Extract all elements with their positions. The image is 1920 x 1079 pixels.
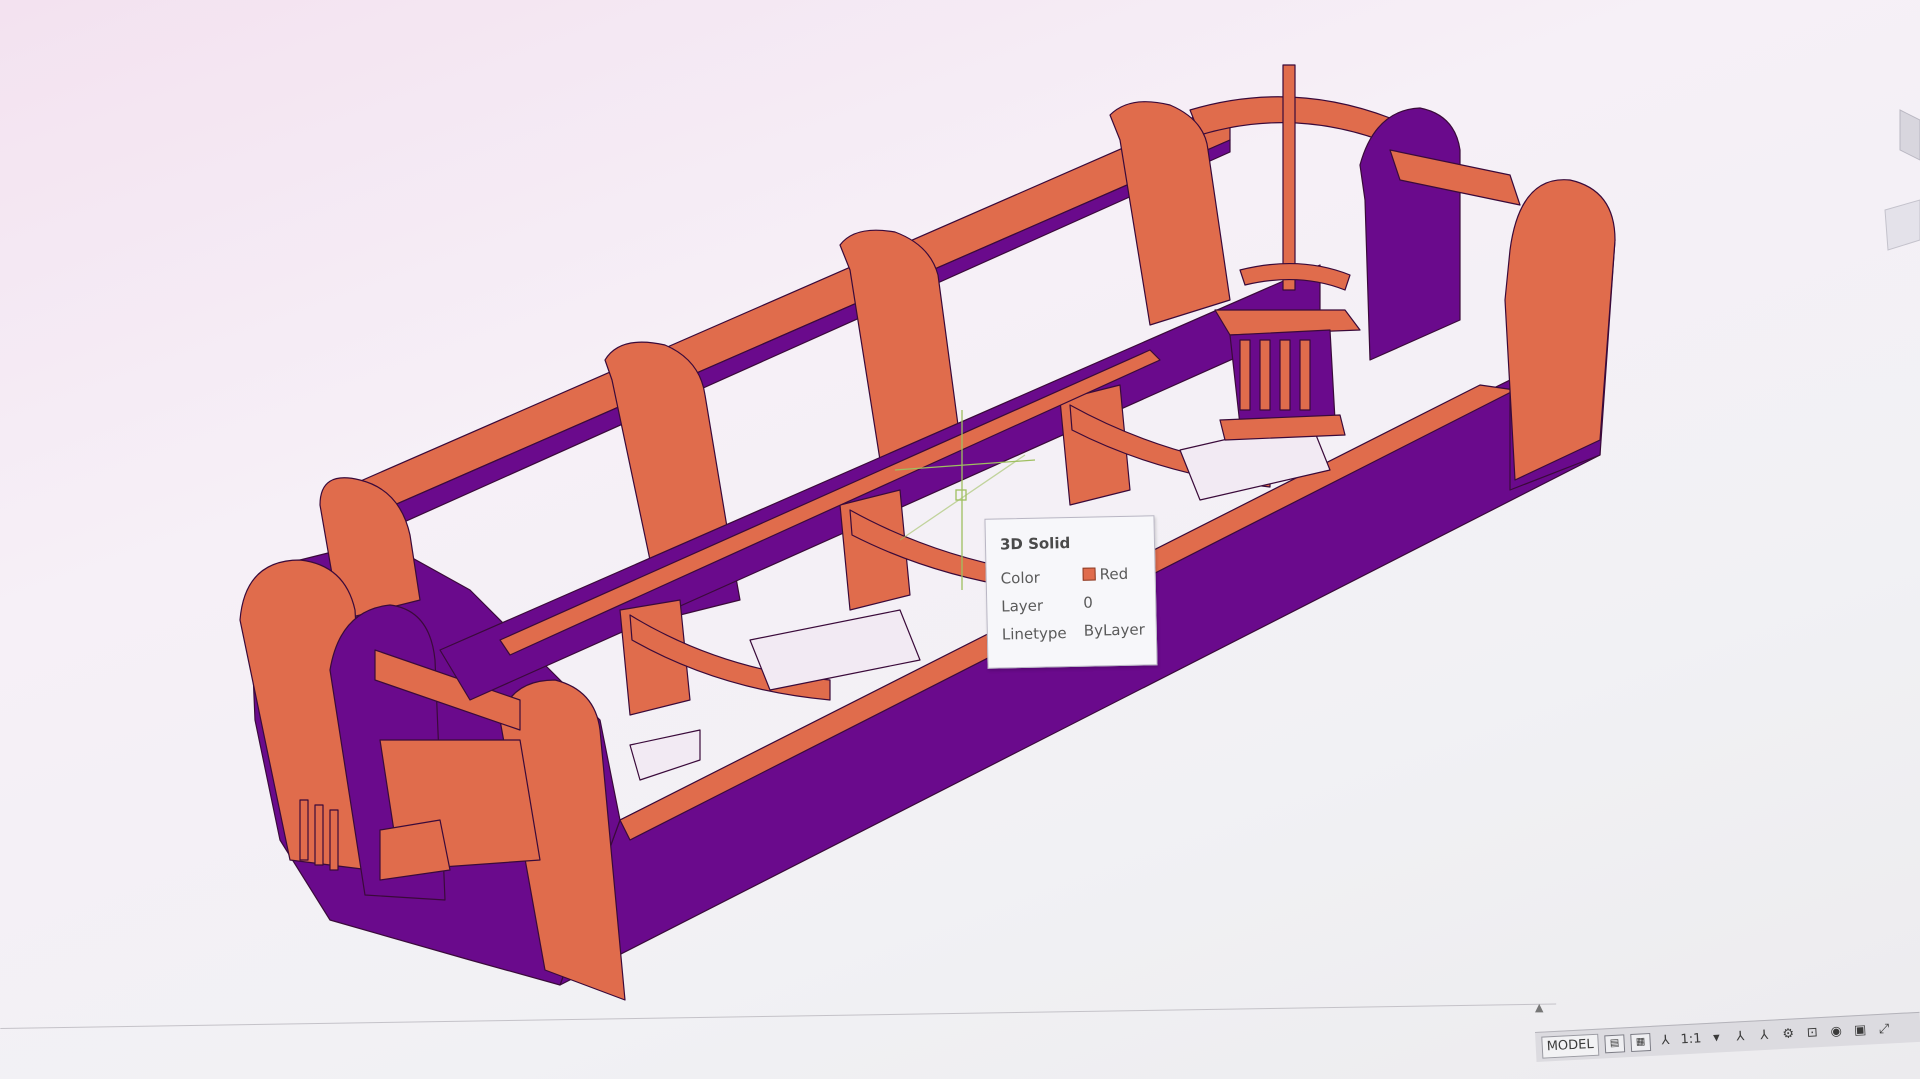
chevron-down-icon[interactable]: ▾: [1707, 1028, 1726, 1049]
color-swatch-icon: [1082, 567, 1096, 581]
left-slat-3: [329, 809, 339, 871]
helm-top: [1214, 309, 1361, 336]
3d-model[interactable]: [0, 0, 1920, 1079]
gear-icon[interactable]: ⚙: [1779, 1024, 1798, 1045]
helm-slat-3: [1279, 339, 1291, 411]
hardware-acceleration-icon[interactable]: ▣: [1851, 1020, 1870, 1041]
layout-icon[interactable]: ▤: [1604, 1033, 1626, 1053]
mast: [1282, 64, 1296, 291]
chevron-up-icon[interactable]: ▲: [1535, 1001, 1543, 1014]
tooltip-color-label: Color: [1000, 568, 1041, 588]
left-slat-1: [299, 799, 309, 861]
helm-slat-2: [1259, 339, 1271, 411]
fullscreen-icon[interactable]: ⤢: [1875, 1019, 1894, 1040]
annotation-scale[interactable]: 1:1: [1680, 1029, 1702, 1050]
annotation-visibility-icon[interactable]: ⅄: [1731, 1026, 1750, 1047]
model-space-button[interactable]: MODEL: [1541, 1033, 1600, 1059]
tooltip-linetype-label: Linetype: [1001, 624, 1067, 644]
grid-icon[interactable]: ▦: [1630, 1032, 1652, 1052]
properties-tooltip: 3D Solid Color Red Layer 0 Linetype ByLa…: [984, 515, 1158, 669]
isolate-icon[interactable]: ◉: [1827, 1021, 1846, 1042]
drawing-viewport[interactable]: 3D Solid Color Red Layer 0 Linetype ByLa…: [0, 0, 1920, 1079]
tooltip-layer-value: 0: [1083, 593, 1093, 612]
annotation-icon[interactable]: ⅄: [1656, 1030, 1675, 1051]
helm-floor: [1219, 414, 1346, 441]
right-end-panel: [1504, 179, 1616, 481]
annotation-autoscale-icon[interactable]: ⅄: [1755, 1025, 1774, 1046]
helm-slat-1: [1239, 339, 1251, 411]
viewcube-icon[interactable]: [1880, 100, 1920, 300]
right-end-panel-inner: [1359, 107, 1461, 361]
tooltip-color-text: Red: [1099, 564, 1129, 584]
partition-2-open: [749, 609, 921, 691]
left-slat-2: [314, 804, 324, 866]
left-step-block: [379, 819, 451, 881]
tooltip-linetype-value: ByLayer: [1083, 620, 1145, 640]
lock-icon[interactable]: ⊡: [1803, 1023, 1822, 1044]
partition-1-open: [629, 729, 701, 781]
tooltip-layer-label: Layer: [1001, 596, 1044, 616]
tooltip-title: 3D Solid: [999, 534, 1071, 554]
tooltip-color-value: Red: [1082, 565, 1128, 584]
helm-slat-4: [1299, 339, 1311, 411]
